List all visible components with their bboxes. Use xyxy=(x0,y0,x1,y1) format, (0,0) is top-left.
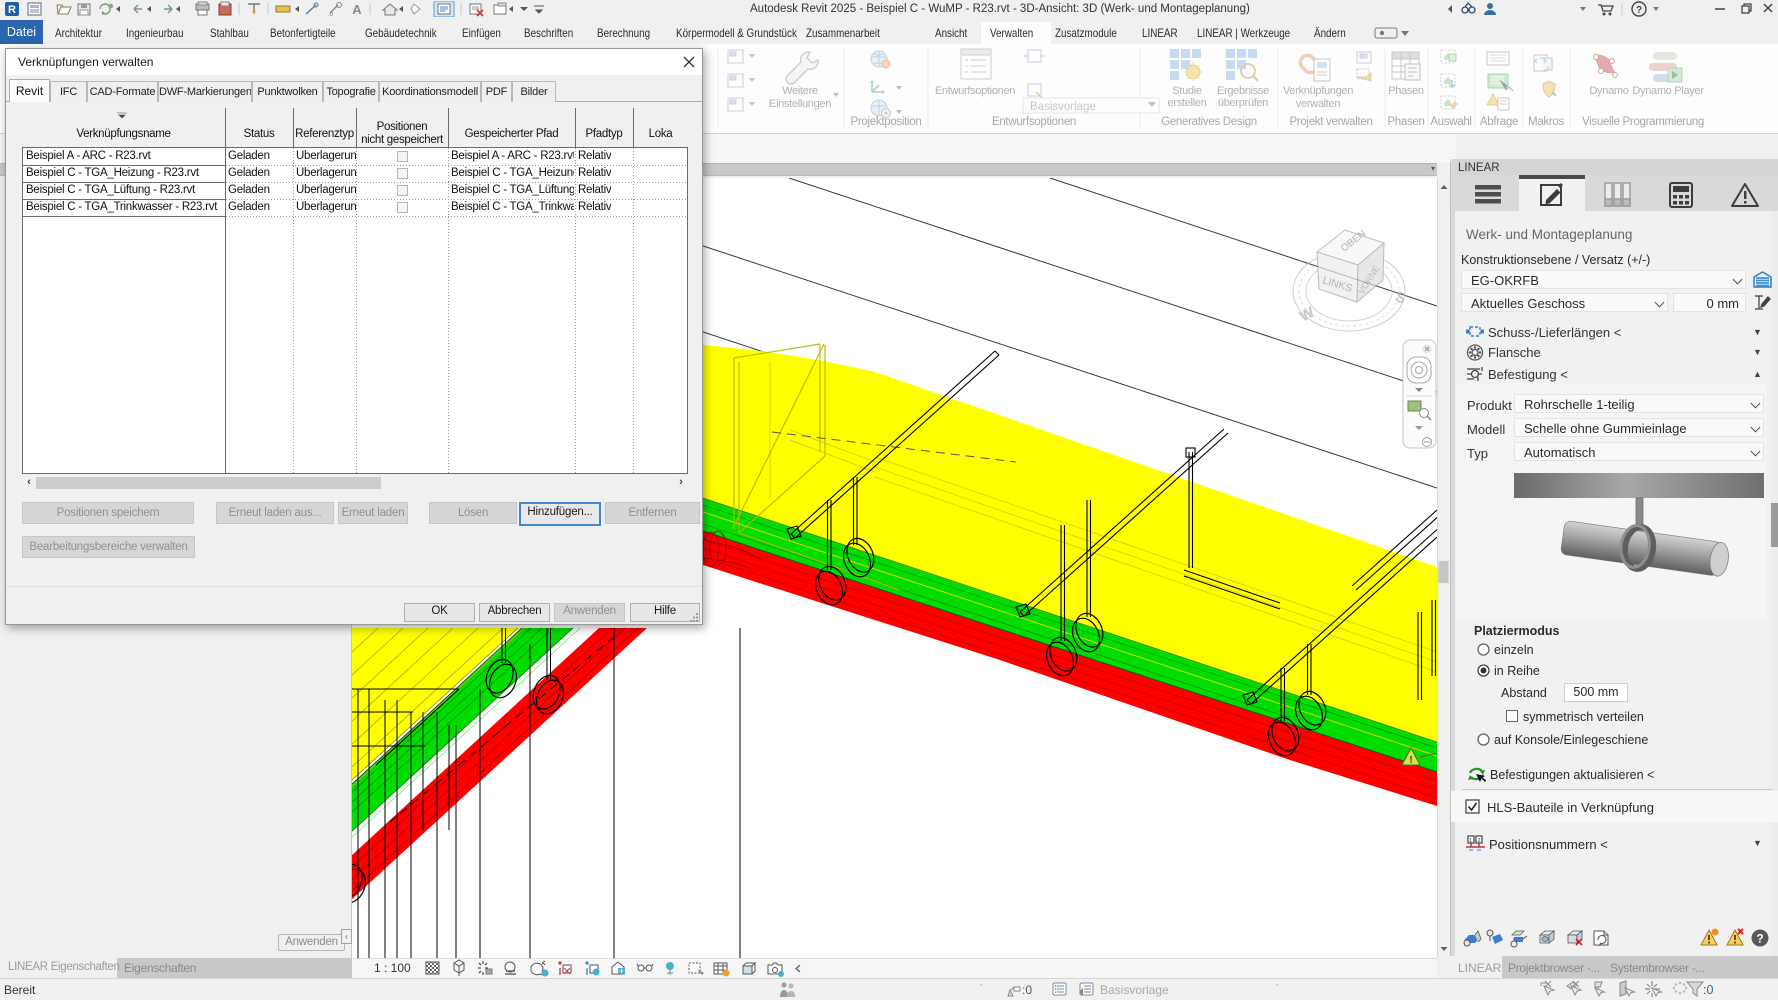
svg-text:1: 1 xyxy=(1469,838,1472,844)
svg-text:Entwurfsoptionen: Entwurfsoptionen xyxy=(992,116,1076,128)
svg-text:!: ! xyxy=(1409,755,1412,766)
svg-text:Dynamo: Dynamo xyxy=(1589,85,1628,97)
svg-text:Phasen: Phasen xyxy=(1387,116,1424,128)
svg-text:Makros: Makros xyxy=(1528,116,1564,128)
svg-text:Verknüpfungen: Verknüpfungen xyxy=(1283,85,1353,97)
svg-text:Dynamo Player: Dynamo Player xyxy=(1632,85,1704,97)
svg-text:Projekt verwalten: Projekt verwalten xyxy=(1289,116,1372,128)
svg-text:Generatives Design: Generatives Design xyxy=(1161,116,1257,128)
svg-text:.0: .0 xyxy=(328,12,334,17)
svg-text:R: R xyxy=(8,4,16,16)
svg-text:A: A xyxy=(352,2,362,17)
svg-text:Entwurfsoptionen: Entwurfsoptionen xyxy=(935,85,1015,97)
svg-text:Weitere: Weitere xyxy=(782,85,818,97)
svg-text:Abfrage: Abfrage xyxy=(1480,116,1518,128)
svg-text:erstellen: erstellen xyxy=(1168,97,1207,109)
svg-text:?: ? xyxy=(1756,932,1763,946)
svg-text:Phasen: Phasen xyxy=(1388,85,1424,97)
svg-text:Basisvorlage: Basisvorlage xyxy=(1030,101,1096,113)
svg-text:verwalten: verwalten xyxy=(1296,98,1341,110)
svg-text:2: 2 xyxy=(1478,838,1481,844)
svg-text:Einstellungen: Einstellungen xyxy=(769,98,831,110)
svg-text:Studie: Studie xyxy=(1172,85,1202,97)
svg-text:Auswahl: Auswahl xyxy=(1430,116,1471,128)
svg-text:Visuelle Programmierung: Visuelle Programmierung xyxy=(1582,116,1704,128)
svg-text:überprüfen: überprüfen xyxy=(1218,97,1268,109)
svg-text:?: ? xyxy=(1636,5,1642,16)
svg-text:Ergebnisse: Ergebnisse xyxy=(1217,85,1269,97)
